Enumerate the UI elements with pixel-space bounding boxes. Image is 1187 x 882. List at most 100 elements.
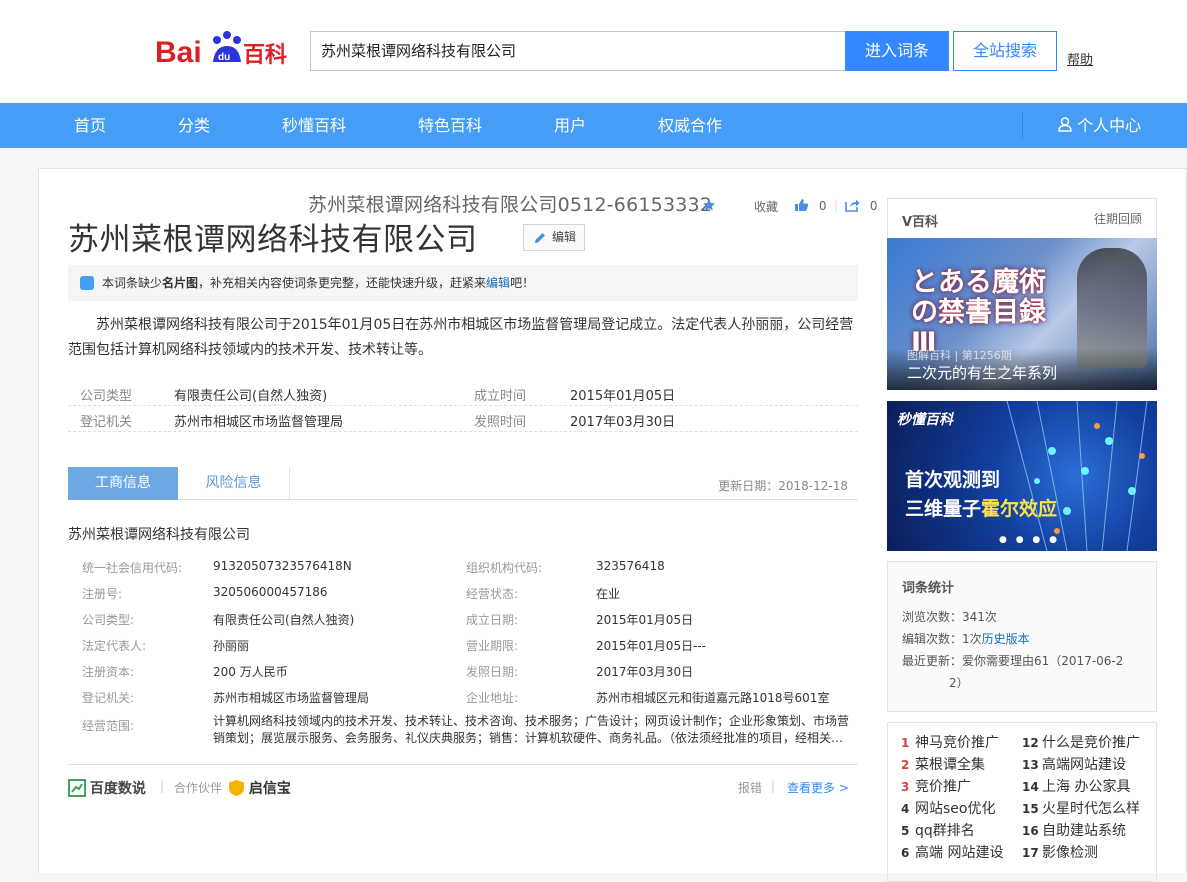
notice-text-mid: ，补充相关内容使词条更完整，还能快速升级，赶紧来 (198, 276, 487, 290)
miaodong-banner[interactable]: 秒懂百科 首次观测到 三维量子霍尔效应 ● ● ● ● (887, 401, 1157, 551)
rank-number: 14 (1022, 780, 1039, 794)
info-label: 公司类型: (82, 613, 135, 627)
collect-button[interactable] (702, 198, 716, 213)
anime-title-art: とある魔術の禁書目録Ⅲ (911, 267, 1046, 358)
report-link[interactable]: 报错 (738, 779, 762, 796)
notice-edit-link[interactable]: 编辑 (486, 276, 510, 290)
share-count: 0 (869, 199, 878, 213)
rank-title: 影像检测 (1042, 845, 1098, 861)
list-item[interactable]: 17 影像检测 (1022, 842, 1098, 864)
business-info-grid: 统一社会信用代码: 91320507323576418N 组织机构代码: 323576… (68, 555, 858, 711)
table-row: 法定代表人: 孙丽丽 营业期限: 2015年01月05日--- (68, 633, 858, 659)
site-search-button[interactable]: 全站搜索 (953, 31, 1057, 71)
list-item[interactable]: 1 神马竞价推广 (901, 732, 999, 754)
views-value: 341次 (962, 610, 997, 624)
nav-user[interactable]: 用户 (554, 103, 586, 148)
list-item[interactable]: 3 竞价推广 (901, 776, 971, 798)
table-row: 登记机关: 苏州市相城区市场监督管理局 企业地址: 苏州市相城区元和街道嘉元路1018… (68, 685, 858, 711)
v-baike-header: V百科 往期回顾 (887, 198, 1157, 238)
missing-image-notice: 本词条缺少名片图，补充相关内容使词条更完整，还能快速升级，赶紧来编辑吧！ (68, 265, 858, 301)
list-item[interactable]: 2 菜根谭全集 (901, 754, 985, 776)
updated-row: 最近更新：爱你需要理由61（2017-06-2 (902, 650, 1152, 672)
rank-number: 15 (1022, 802, 1039, 816)
svg-text:Bai: Bai (155, 36, 202, 69)
nav-partner[interactable]: 权威合作 (658, 103, 722, 148)
stats-body: 浏览次数：341次 编辑次数：1次历史版本 最近更新：爱你需要理由61（2017… (902, 606, 1152, 694)
info-label: 组织机构代码: (466, 561, 543, 575)
star-icon (703, 199, 715, 211)
table-row: 注册资本: 200 万人民币 发照日期: 2017年03月30日 (68, 659, 858, 685)
share-button[interactable]: 0 (845, 198, 877, 213)
nav-home[interactable]: 首页 (74, 103, 106, 148)
list-item[interactable]: 15 火星时代怎么样 (1022, 798, 1140, 820)
basic-label: 成立时间 (474, 389, 527, 404)
banner-line-2a: 三维量子 (905, 498, 982, 520)
page-title: 苏州菜根谭网络科技有限公司 (68, 222, 478, 258)
info-value: 2015年01月05日 (596, 613, 694, 627)
info-label: 法定代表人: (82, 639, 147, 653)
info-value: 91320507323576418N (213, 559, 352, 573)
info-value: 在业 (596, 587, 621, 601)
company-phone-watermark: 苏州菜根谭网络科技有限公司0512-66153332 (308, 194, 713, 216)
carousel-dots[interactable]: ● ● ● ● (999, 535, 1060, 545)
nav-divider (1022, 112, 1023, 139)
view-more-link[interactable]: 查看更多 > (787, 779, 849, 796)
enter-entry-button[interactable]: 进入词条 (845, 31, 949, 71)
history-link[interactable]: 历史版本 (982, 632, 1030, 646)
svg-text:du: du (218, 52, 230, 63)
v-baike-banner[interactable]: とある魔術の禁書目録Ⅲ 图解百科 | 第1256期 二次元的有生之年系列 (887, 238, 1157, 390)
list-item[interactable]: 13 高端网站建设 (1022, 754, 1126, 776)
nav-featured[interactable]: 特色百科 (418, 103, 482, 148)
tab-risk-info[interactable]: 风险信息 (178, 467, 290, 500)
banner-line-2b: 霍尔效应 (981, 498, 1058, 520)
collect-label[interactable]: 收藏 (754, 198, 778, 215)
rank-title: qq群排名 (915, 823, 975, 839)
rank-number: 5 (901, 824, 910, 838)
nav-miaodong[interactable]: 秒懂百科 (282, 103, 346, 148)
thumbs-up-icon (795, 199, 809, 211)
banner-tag: 图解百科 | 第1256期 (907, 349, 1012, 362)
banner-line-1: 首次观测到 (905, 469, 1001, 491)
past-issues-link[interactable]: 往期回顾 (1094, 210, 1142, 227)
notice-bold: 名片图 (162, 276, 199, 290)
updated-value: 爱你需要理由61（2017-06-2 (962, 654, 1124, 668)
brand-name: 百度数说 (89, 781, 146, 797)
edits-row: 编辑次数：1次历史版本 (902, 628, 1152, 650)
tab-business-info[interactable]: 工商信息 (68, 467, 178, 500)
edits-label: 编辑次数： (902, 632, 963, 646)
list-item[interactable]: 12 什么是竞价推广 (1022, 732, 1140, 754)
info-value: 有限责任公司(自然人独资) (213, 613, 355, 627)
list-item[interactable]: 16 自助建站系统 (1022, 820, 1126, 842)
nav-category[interactable]: 分类 (178, 103, 210, 148)
edit-notice-icon (80, 276, 94, 290)
list-item[interactable]: 4 网站seo优化 (901, 798, 995, 820)
update-date: 更新日期：2018-12-18 (718, 479, 848, 493)
rank-number: 6 (901, 846, 910, 860)
info-label: 统一社会信用代码: (82, 561, 183, 575)
info-label: 发照日期: (466, 665, 519, 679)
edit-label: 编辑 (552, 230, 577, 244)
baidu-baike-logo[interactable]: Bai du 百科 (155, 22, 295, 70)
user-center-label: 个人中心 (1077, 116, 1142, 135)
basic-label: 登记机关 (80, 415, 133, 430)
info-label: 经营状态: (466, 587, 519, 601)
baidu-shushuo-logo: 百度数说 (68, 778, 146, 798)
info-value: 孙丽丽 (213, 639, 250, 653)
basic-value: 2015年01月05日 (570, 389, 676, 404)
help-link[interactable]: 帮助 (1067, 49, 1093, 68)
info-label: 登记机关: (82, 691, 135, 705)
rank-title: 神马竞价推广 (915, 735, 999, 751)
list-item[interactable]: 14 上海 办公家具 (1022, 776, 1130, 798)
updated-label: 最近更新： (902, 654, 963, 668)
edit-button[interactable]: 编辑 (523, 224, 585, 251)
user-center-link[interactable]: 个人中心 (1058, 103, 1141, 148)
main-nav: 首页 分类 秒懂百科 特色百科 用户 权威合作 个人中心 (0, 103, 1187, 148)
list-item[interactable]: 6 高端 网站建设 (901, 842, 1003, 864)
info-label: 营业期限: (466, 639, 519, 653)
notice-text-post: 吧！ (510, 276, 535, 290)
list-item[interactable]: 5 qq群排名 (901, 820, 975, 842)
search-input[interactable]: 苏州菜根谭网络科技有限公司 (310, 31, 846, 71)
table-row: 登记机关 苏州市相城区市场监督管理局 发照时间 2017年03月30日 (68, 407, 858, 432)
like-button[interactable]: 0 (794, 198, 826, 213)
info-value: 200 万人民币 (213, 665, 288, 679)
